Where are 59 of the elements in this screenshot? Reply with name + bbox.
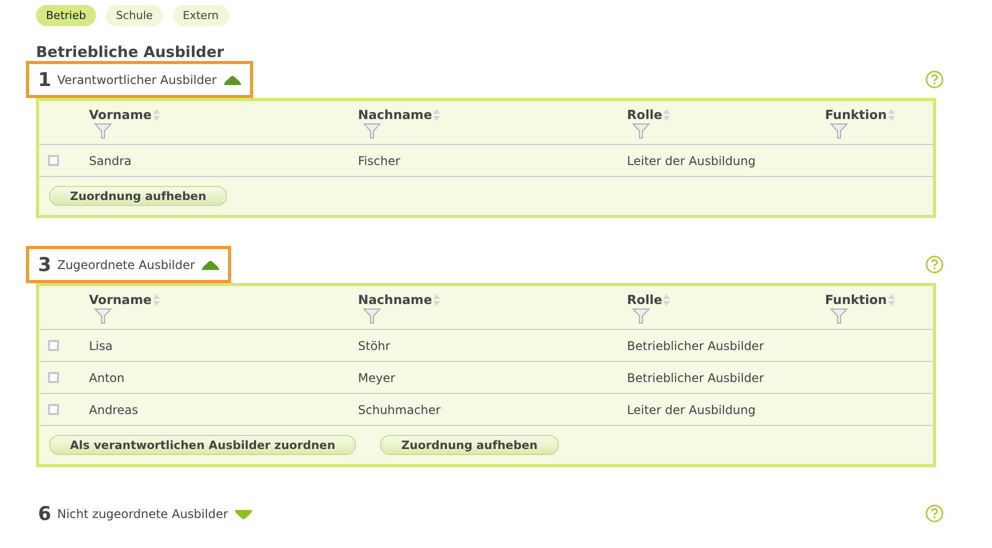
column-header[interactable]: Rolle	[627, 292, 662, 307]
help-icon[interactable]	[925, 504, 944, 523]
sort-icon[interactable]	[662, 108, 672, 122]
table-cell-text: Fischer	[358, 154, 402, 168]
sort-icon[interactable]	[432, 292, 442, 306]
help-icon[interactable]	[925, 70, 944, 89]
filter-icon[interactable]	[830, 308, 848, 324]
table-cell-text: Stöhr	[358, 338, 392, 352]
column-header[interactable]: Vorname	[89, 292, 152, 307]
table-cell-text: Sandra	[89, 154, 132, 168]
action-button[interactable]: Zuordnung aufheben	[380, 435, 559, 455]
tab[interactable]: Extern	[172, 5, 229, 26]
sort-icon[interactable]	[886, 292, 896, 306]
filter-icon[interactable]	[94, 123, 112, 139]
checkbox[interactable]	[48, 372, 59, 383]
checkbox[interactable]	[48, 404, 59, 415]
section-title: Zugeordnete Ausbilder	[57, 258, 195, 272]
section-number: 1	[38, 69, 52, 91]
section-title: Nicht zugeordnete Ausbilder	[57, 507, 228, 521]
column-header[interactable]: Rolle	[627, 107, 662, 122]
table-cell-text: Andreas	[89, 402, 140, 416]
section-number: 3	[38, 254, 52, 276]
table-cell-text: Betrieblicher Ausbilder	[627, 338, 765, 352]
sort-icon[interactable]	[152, 108, 161, 122]
filter-icon[interactable]	[632, 308, 650, 324]
section-number: 6	[38, 503, 52, 525]
sort-icon[interactable]	[886, 108, 896, 122]
sort-icon[interactable]	[662, 292, 672, 306]
expand-icon[interactable]	[234, 508, 254, 520]
help-icon[interactable]	[925, 255, 944, 274]
checkbox[interactable]	[48, 340, 59, 351]
collapse-icon[interactable]	[222, 74, 242, 86]
table-cell-text: Meyer	[358, 370, 396, 384]
sort-icon[interactable]	[152, 292, 161, 306]
filter-icon[interactable]	[632, 123, 650, 139]
action-button[interactable]: Zuordnung aufheben	[49, 186, 228, 206]
page-heading: Betriebliche Ausbilder	[36, 43, 226, 61]
tab[interactable]: Schule	[106, 5, 163, 26]
sort-icon[interactable]	[432, 108, 442, 122]
checkbox[interactable]	[48, 155, 59, 166]
filter-icon[interactable]	[363, 308, 381, 324]
table-cell-text: Betrieblicher Ausbilder	[627, 370, 765, 384]
tab[interactable]: Betrieb	[36, 5, 96, 26]
action-button[interactable]: Als verantwortlichen Ausbilder zuordnen	[49, 435, 356, 455]
table-cell-text: Schuhmacher	[358, 402, 442, 416]
column-header[interactable]: Nachname	[358, 292, 432, 307]
table-cell-text: Leiter der Ausbildung	[627, 154, 757, 168]
table-cell-text: Anton	[89, 370, 126, 384]
filter-icon[interactable]	[363, 123, 381, 139]
filter-icon[interactable]	[94, 308, 112, 324]
table-cell-text: Leiter der Ausbildung	[627, 402, 757, 416]
column-header[interactable]: Funktion	[825, 107, 887, 122]
filter-icon[interactable]	[830, 123, 848, 139]
column-header[interactable]: Funktion	[825, 292, 887, 307]
column-header[interactable]: Nachname	[358, 107, 432, 122]
column-header[interactable]: Vorname	[89, 107, 152, 122]
collapse-icon[interactable]	[200, 260, 220, 270]
section-title: Verantwortlicher Ausbilder	[57, 73, 217, 87]
table-cell-text: Lisa	[89, 338, 114, 352]
